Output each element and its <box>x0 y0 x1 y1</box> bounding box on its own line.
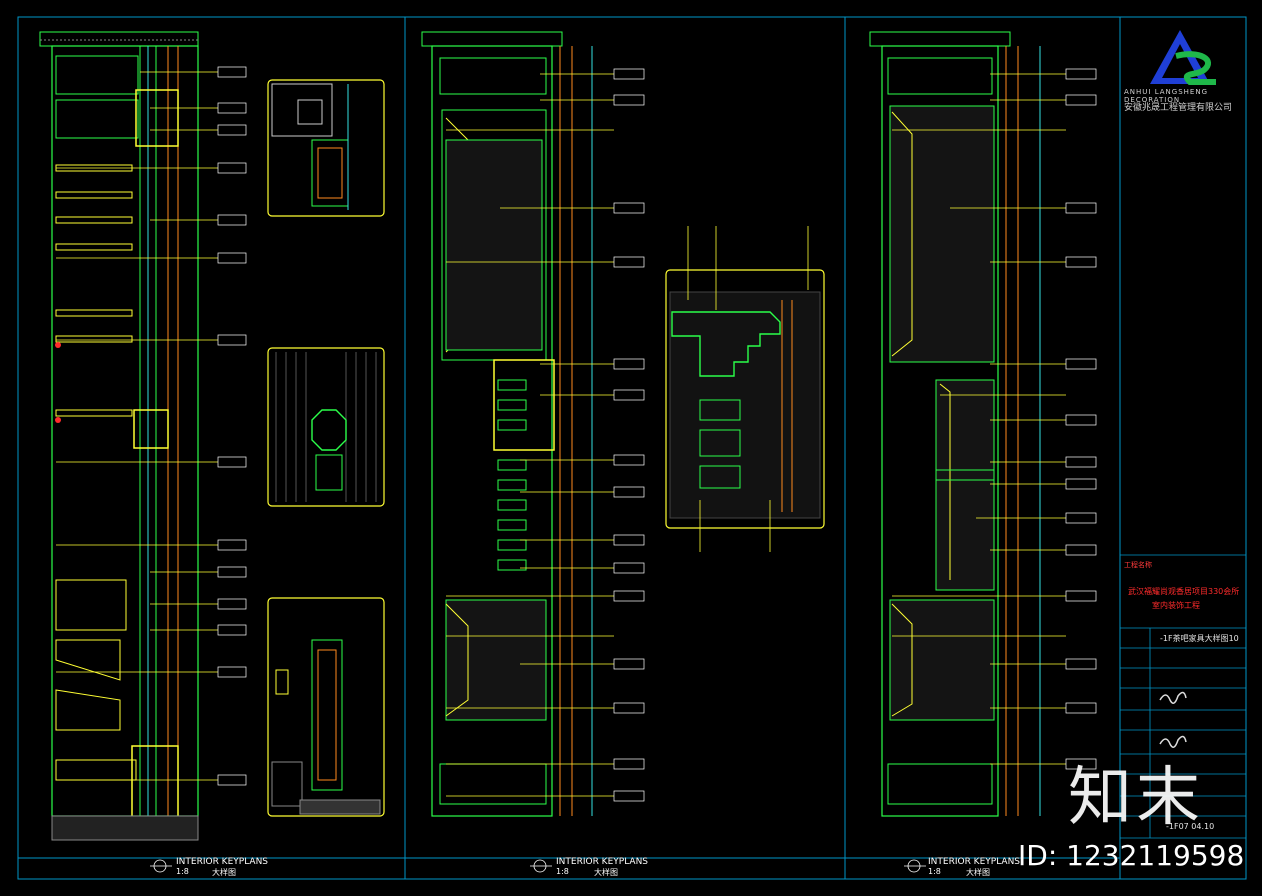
project-subtitle: 室内装饰工程 <box>1152 601 1200 610</box>
signature-1 <box>1159 691 1187 704</box>
panel-2-scale: 1:8 <box>556 867 569 876</box>
panel-1-cn-label: 大样图 <box>212 868 236 877</box>
panel-2-keyplan-label: INTERIOR KEYPLANS <box>556 857 649 867</box>
company-name-cn: 安徽兆晟工程管理有限公司 <box>1124 103 1233 113</box>
sheet-frame <box>17 16 1247 880</box>
panel-2-tags <box>613 68 645 802</box>
panel-1-elevation <box>39 31 199 841</box>
panel-1-detail-c <box>267 597 385 817</box>
panel-1-detail-a <box>267 79 385 217</box>
signature-2 <box>1159 735 1187 748</box>
panel-1-callouts <box>56 71 218 781</box>
panel-3-tags <box>1065 68 1097 770</box>
panel-1-tags <box>217 66 247 786</box>
keyplan-symbol-2 <box>530 859 552 873</box>
project-name: 武汉福耀尚观香居项目330会所 <box>1128 587 1240 596</box>
panel-3-cn-label: 大样图 <box>966 868 990 877</box>
panel-2-detail <box>665 269 825 529</box>
drawing-title: -1F茶吧家具大样图10 <box>1160 634 1239 643</box>
panel-3-scale: 1:8 <box>928 867 941 876</box>
panel-2-elevation <box>421 31 593 817</box>
project-label: 工程名称 <box>1124 561 1152 569</box>
panel-3-keyplan-label: INTERIOR KEYPLANS <box>928 857 1021 867</box>
panel-3-elevation <box>869 31 1041 817</box>
panel-1-detail-b <box>267 347 385 507</box>
panel-1-scale: 1:8 <box>176 867 189 876</box>
keyplan-symbol-3 <box>904 859 926 873</box>
watermark-id: ID: 1232119598 <box>1018 839 1245 872</box>
panel-1-keyplan-label: INTERIOR KEYPLANS <box>176 857 269 867</box>
keyplan-symbol-1 <box>150 859 172 873</box>
watermark-brand: 知末 <box>1068 761 1204 835</box>
panel-2-cn-label: 大样图 <box>594 868 618 877</box>
company-logo-icon <box>1150 30 1216 85</box>
